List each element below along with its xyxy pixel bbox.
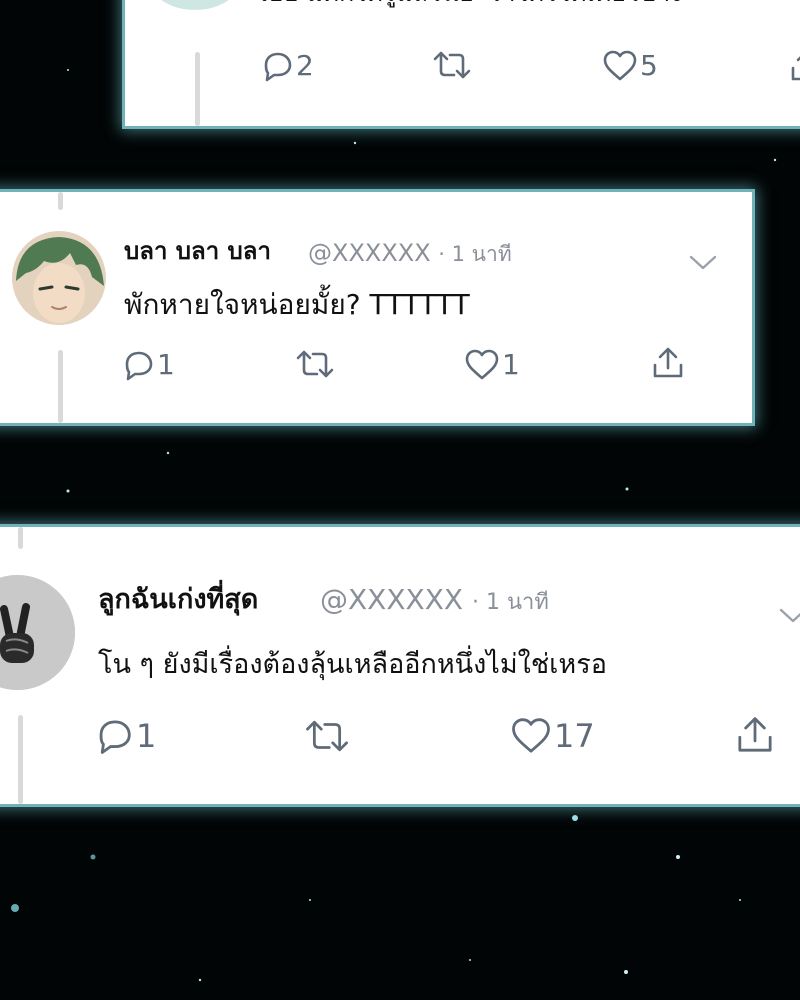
user-handle[interactable]: @XXXXXX bbox=[320, 583, 463, 616]
tweet-card-2: บลา บลา บลา @XXXXXX · 1 นาที พักหายใจหน่… bbox=[0, 192, 752, 423]
tweet-text: พักหายใจหน่อยมั้ย? TTTTTT bbox=[124, 288, 470, 321]
like-count: 17 bbox=[554, 717, 595, 755]
share-button[interactable] bbox=[650, 346, 686, 380]
reply-icon bbox=[125, 351, 153, 380]
reply-count: 1 bbox=[157, 348, 175, 381]
like-button[interactable]: 1 bbox=[464, 348, 520, 381]
reply-button[interactable]: 1 bbox=[121, 348, 175, 381]
retweet-icon bbox=[306, 720, 348, 752]
display-name[interactable]: บลา บลา บลา bbox=[124, 236, 271, 266]
reply-count: 1 bbox=[136, 717, 157, 755]
handle-time: @XXXXXX · 1 นาที bbox=[320, 583, 549, 620]
thread-line bbox=[195, 52, 200, 126]
heart-icon bbox=[512, 718, 550, 753]
like-count: 1 bbox=[502, 348, 520, 381]
chevron-down-icon[interactable] bbox=[688, 254, 718, 272]
timestamp[interactable]: · 1 นาที bbox=[472, 590, 549, 615]
avatar[interactable] bbox=[150, 0, 240, 10]
display-name[interactable]: ลูกฉันเก่งที่สุด bbox=[98, 583, 258, 617]
thread-line bbox=[18, 715, 23, 804]
tweet-text: โน ๆ ยังมีเรื่องต้องลุ้นเหลืออีกหนึ่งไม่… bbox=[98, 649, 607, 680]
retweet-button[interactable] bbox=[432, 49, 472, 81]
reply-count: 2 bbox=[296, 49, 314, 82]
peace-sign-icon bbox=[0, 575, 75, 690]
like-button[interactable]: 17 bbox=[510, 717, 595, 755]
reply-button[interactable]: 1 bbox=[94, 717, 156, 755]
thread-line bbox=[58, 350, 63, 423]
starfield-background bbox=[11, 69, 777, 982]
avatar[interactable] bbox=[0, 575, 75, 690]
share-button[interactable] bbox=[734, 715, 776, 755]
share-icon bbox=[791, 56, 800, 81]
handle-time: @XXXXXX · 1 นาที bbox=[308, 238, 512, 269]
like-button[interactable]: 5 bbox=[602, 49, 658, 82]
retweet-button[interactable] bbox=[304, 717, 350, 755]
tweet-card-1: เฮ้อ แต่กได้รู้แล้วนี่อะว่าใครได้เดี๋ยวบ… bbox=[125, 0, 800, 126]
avatar[interactable] bbox=[12, 231, 106, 325]
thread-line bbox=[18, 527, 23, 549]
reply-icon bbox=[264, 52, 292, 81]
heart-icon bbox=[603, 50, 637, 80]
reply-button[interactable]: 2 bbox=[260, 49, 314, 82]
chevron-down-icon[interactable] bbox=[778, 607, 800, 625]
user-handle[interactable]: @XXXXXX bbox=[308, 239, 431, 267]
retweet-icon bbox=[296, 350, 334, 378]
share-button[interactable] bbox=[788, 49, 800, 83]
share-icon bbox=[738, 717, 772, 752]
heart-icon bbox=[465, 349, 499, 379]
tweet-card-3: ลูกฉันเก่งที่สุด @XXXXXX · 1 นาที โน ๆ ย… bbox=[0, 527, 800, 804]
tweet-text: เฮ้อ แต่กได้รู้แล้วนี่อะว่าใครได้เดี๋ยวบ… bbox=[260, 0, 682, 8]
retweet-button[interactable] bbox=[295, 348, 335, 380]
like-count: 5 bbox=[640, 49, 658, 82]
retweet-icon bbox=[433, 51, 471, 79]
thread-line bbox=[58, 192, 63, 210]
reply-icon bbox=[99, 720, 131, 754]
timestamp[interactable]: · 1 นาที bbox=[438, 242, 511, 266]
share-icon bbox=[653, 347, 683, 378]
